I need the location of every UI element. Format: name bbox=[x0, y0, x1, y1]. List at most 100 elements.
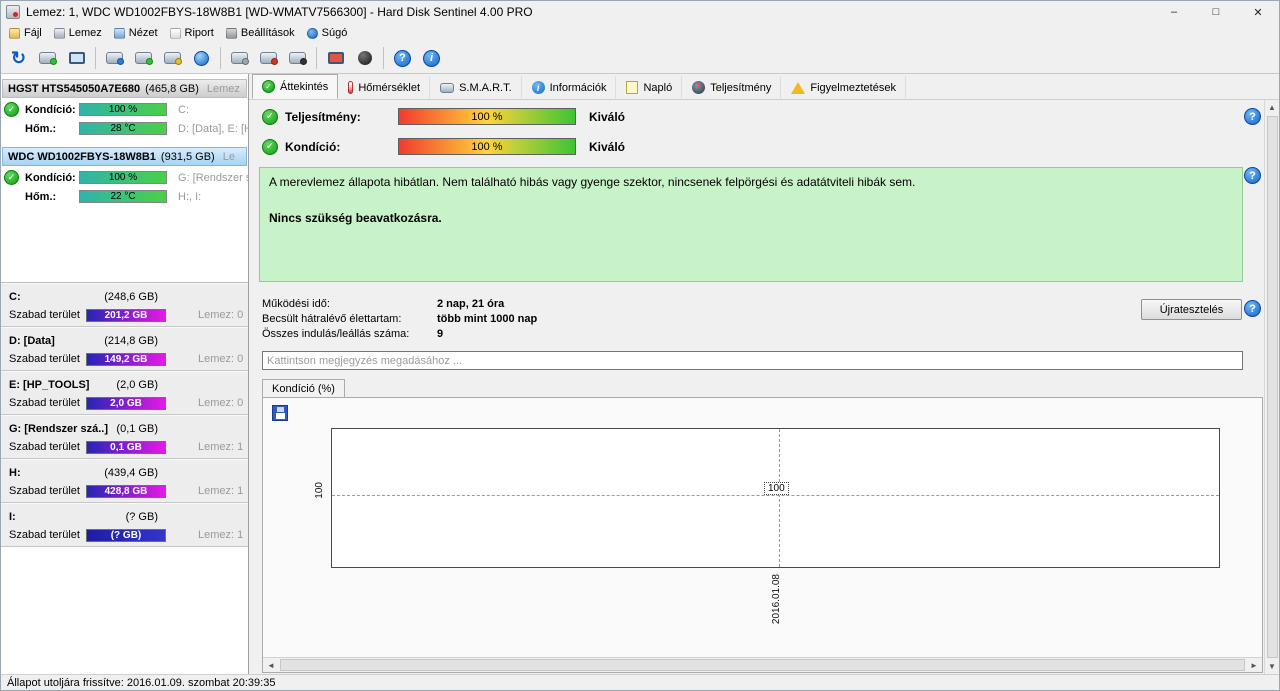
tab-label: Teljesítmény bbox=[710, 81, 772, 94]
stat-row: Becsült hátralévő élettartam: több mint … bbox=[262, 311, 537, 326]
surface-test-button[interactable] bbox=[322, 45, 349, 71]
disk-clone-button[interactable] bbox=[159, 45, 186, 71]
tab-label: S.M.A.R.T. bbox=[459, 81, 512, 94]
menu-sugo[interactable]: Súgó bbox=[302, 25, 355, 41]
chart-horizontal-scrollbar[interactable]: ◄ ► bbox=[263, 657, 1262, 672]
help-icon[interactable]: ? bbox=[1244, 300, 1261, 317]
disk-temp-row: Hőm.: 22 °C H:, I: bbox=[1, 187, 248, 206]
condition-bar: 100 % bbox=[398, 138, 576, 155]
chart-plot-area: 100 bbox=[331, 428, 1220, 568]
tab-label: Információk bbox=[549, 81, 607, 94]
menu-nezet[interactable]: Nézet bbox=[109, 25, 165, 41]
tab-attekintes[interactable]: ✓ Áttekintés bbox=[252, 74, 339, 99]
free-space-label: Szabad terület bbox=[9, 309, 80, 321]
menu-label: Fájl bbox=[24, 27, 42, 39]
tab-label: Áttekintés bbox=[280, 80, 329, 93]
menu-fajl[interactable]: Fájl bbox=[4, 25, 49, 41]
disk-entry-hgst[interactable]: HGST HTS545050A7E680 (465,8 GB) Lemez ✓ … bbox=[1, 79, 248, 138]
stat-value: 2 nap, 21 óra bbox=[437, 297, 505, 310]
menu-riport[interactable]: Riport bbox=[165, 25, 221, 41]
partition-item-i[interactable]: I: (? GB) Szabad terület (? GB) Lemez: 1 bbox=[1, 503, 248, 547]
status-dot bbox=[300, 58, 307, 65]
chart-tab-kondicio[interactable]: Kondíció (%) bbox=[262, 379, 345, 398]
world-button[interactable] bbox=[188, 45, 215, 71]
shutdown-icon bbox=[357, 51, 372, 65]
partition-item-e[interactable]: E: [HP_TOOLS] (2,0 GB) Szabad terület 2,… bbox=[1, 371, 248, 415]
disk-stack-button[interactable] bbox=[34, 45, 61, 71]
tab-naplo[interactable]: Napló bbox=[616, 76, 683, 99]
close-button[interactable]: ✕ bbox=[1237, 1, 1279, 23]
free-space-label: Szabad terület bbox=[9, 485, 80, 497]
partition-size: (? GB) bbox=[125, 510, 158, 523]
tab-smart[interactable]: S.M.A.R.T. bbox=[430, 76, 522, 99]
minimize-button[interactable]: – bbox=[1153, 1, 1195, 23]
status-dot bbox=[146, 58, 153, 65]
disk-eject-button[interactable] bbox=[226, 45, 253, 71]
scrollbar-thumb[interactable] bbox=[280, 659, 1245, 671]
disk-sync-button[interactable] bbox=[130, 45, 157, 71]
shutdown-button[interactable] bbox=[351, 45, 378, 71]
app-window: Lemez: 1, WDC WD1002FBYS-18W8B1 [WD-WMAT… bbox=[0, 0, 1280, 691]
partition-name: E: [HP_TOOLS] bbox=[9, 378, 90, 391]
partition-item-c[interactable]: C: (248,6 GB) Szabad terület 201,2 GB Le… bbox=[1, 283, 248, 327]
scroll-up-icon[interactable]: ▲ bbox=[1265, 100, 1280, 115]
partition-item-h[interactable]: H: (439,4 GB) Szabad terület 428,8 GB Le… bbox=[1, 459, 248, 503]
menu-beallitasok[interactable]: Beállítások bbox=[221, 25, 302, 41]
menu-lemez[interactable]: Lemez bbox=[49, 25, 109, 41]
help-button[interactable]: ? bbox=[389, 45, 416, 71]
disk-size: (465,8 GB) bbox=[145, 82, 199, 95]
partition-name: C: bbox=[9, 290, 21, 303]
tab-figyelmeztetesek[interactable]: Figyelmeztetések bbox=[781, 76, 906, 99]
content-vertical-scrollbar[interactable]: ▲ ▼ bbox=[1264, 100, 1279, 674]
condition-chart-panel: 100 100 2016.01.08 ◄ ► bbox=[262, 397, 1263, 673]
disk-trailing-text: Le bbox=[222, 150, 235, 163]
chart-gridline-horizontal bbox=[332, 495, 1219, 496]
partition-item-g[interactable]: G: [Rendszer szá..] (0,1 GB) Szabad terü… bbox=[1, 415, 248, 459]
tab-informaciok[interactable]: i Információk bbox=[522, 76, 617, 99]
disk-volumes-text: G: [Rendszer s bbox=[178, 171, 248, 184]
disk-header[interactable]: HGST HTS545050A7E680 (465,8 GB) Lemez bbox=[2, 79, 247, 98]
app-icon bbox=[6, 5, 20, 19]
disk-delete-button[interactable] bbox=[284, 45, 311, 71]
disk-header-selected[interactable]: WDC WD1002FBYS-18W8B1 (931,5 GB) Le bbox=[2, 147, 247, 166]
disk-search-button[interactable] bbox=[101, 45, 128, 71]
tab-homerseklet[interactable]: Hőmérséklet bbox=[338, 76, 431, 99]
scrollbar-thumb[interactable] bbox=[1266, 116, 1278, 658]
file-menu-icon bbox=[9, 27, 20, 39]
tab-label: Figyelmeztetések bbox=[810, 81, 896, 94]
temp-label: Hőm.: bbox=[25, 190, 57, 203]
overview-check-icon: ✓ bbox=[262, 80, 275, 93]
toolbar-separator bbox=[95, 47, 96, 69]
monitor-disk-button[interactable] bbox=[63, 45, 90, 71]
health-status-text: A merevlemez állapota hibátlan. Nem talá… bbox=[269, 175, 916, 189]
tab-teljesitmeny[interactable]: Teljesítmény bbox=[682, 76, 782, 99]
scroll-left-icon[interactable]: ◄ bbox=[263, 658, 279, 672]
scroll-right-icon[interactable]: ► bbox=[1246, 658, 1262, 672]
disk-eject-icon bbox=[231, 52, 249, 65]
retest-button[interactable]: Újratesztelés bbox=[1141, 299, 1242, 320]
partition-name: D: [Data] bbox=[9, 334, 55, 347]
info-icon: i bbox=[531, 81, 545, 94]
info-button[interactable]: i bbox=[418, 45, 445, 71]
free-space-label: Szabad terület bbox=[9, 441, 80, 453]
toolbar-separator bbox=[316, 47, 317, 69]
partition-disk-index: Lemez: 0 bbox=[198, 353, 244, 365]
save-chart-icon[interactable] bbox=[272, 405, 288, 421]
help-icon[interactable]: ? bbox=[1244, 108, 1261, 125]
refresh-button[interactable]: ↻ bbox=[5, 45, 32, 71]
scroll-down-icon[interactable]: ▼ bbox=[1265, 659, 1280, 674]
partition-item-d[interactable]: D: [Data] (214,8 GB) Szabad terület 149,… bbox=[1, 327, 248, 371]
disk-list: HGST HTS545050A7E680 (465,8 GB) Lemez ✓ … bbox=[1, 74, 248, 283]
stat-value: 9 bbox=[437, 327, 444, 340]
disk-write-button[interactable] bbox=[255, 45, 282, 71]
maximize-button[interactable]: □ bbox=[1195, 1, 1237, 23]
free-space-label: Szabad terület bbox=[9, 353, 80, 365]
partition-row: D: [Data] (214,8 GB) bbox=[1, 331, 166, 350]
help-icon[interactable]: ? bbox=[1244, 167, 1261, 184]
performance-bar: 100 % bbox=[398, 108, 576, 125]
disk-entry-wdc[interactable]: WDC WD1002FBYS-18W8B1 (931,5 GB) Le ✓ Ko… bbox=[1, 147, 248, 206]
stat-label: Működési idő: bbox=[262, 297, 330, 310]
chart-point-label[interactable]: 100 bbox=[764, 482, 789, 495]
free-space-label: Szabad terület bbox=[9, 529, 80, 541]
comment-input[interactable] bbox=[262, 351, 1243, 370]
